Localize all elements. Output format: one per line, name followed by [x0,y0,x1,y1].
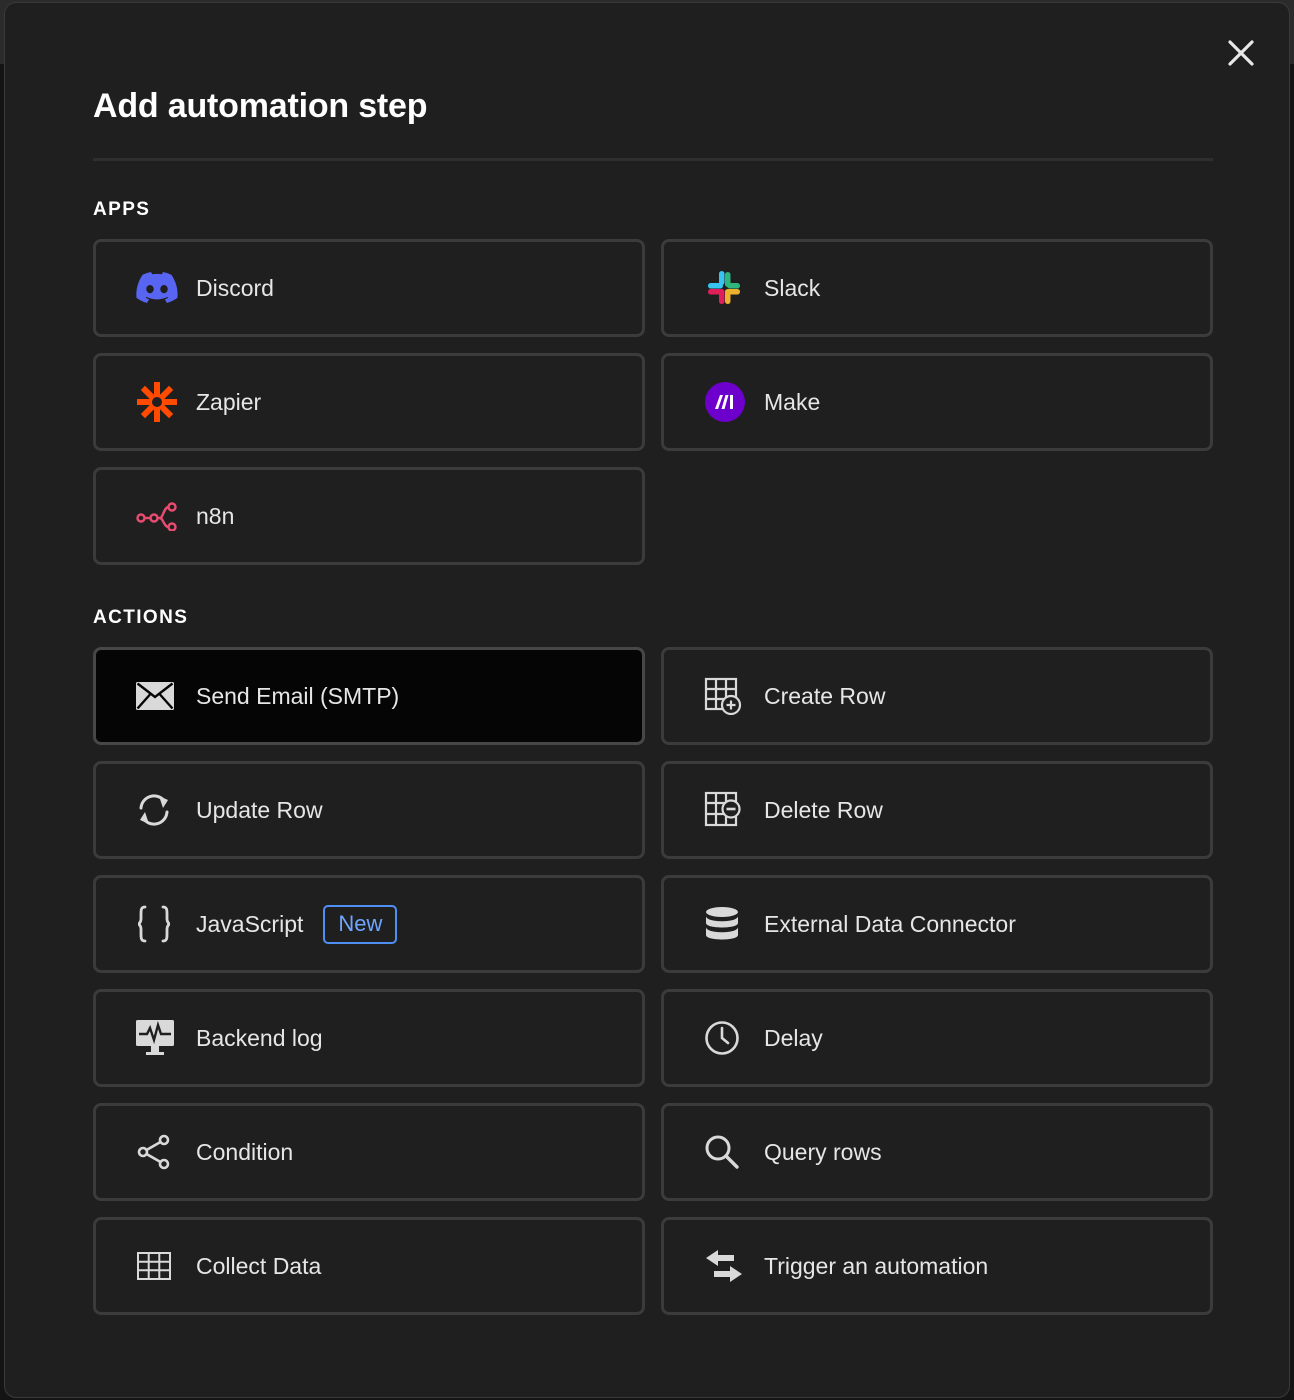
new-badge: New [323,904,398,944]
close-button[interactable] [1223,35,1259,71]
action-card-label: Send Email (SMTP) [196,682,400,709]
slack-icon [704,266,748,310]
app-card-discord[interactable]: Discord [93,239,645,337]
action-card-label: Query rows [764,1138,882,1165]
app-card-label: Slack [764,274,821,301]
action-card-update-row[interactable]: Update Row [93,761,645,859]
app-card-n8n[interactable]: n8n [93,467,645,565]
make-icon [704,380,748,424]
table-remove-icon [704,788,748,832]
action-card-label: Trigger an automation [764,1252,989,1279]
action-card-condition[interactable]: Condition [93,1103,645,1201]
action-card-label: Update Row [196,796,323,823]
action-card-collect-data[interactable]: Collect Data [93,1217,645,1315]
action-card-label: JavaScript [196,910,304,937]
database-icon [704,902,748,946]
action-card-label: Condition [196,1138,294,1165]
action-card-label: Backend log [196,1024,323,1051]
action-card-label: Delay [764,1024,823,1051]
app-card-make[interactable]: Make [661,353,1213,451]
app-card-slack[interactable]: Slack [661,239,1213,337]
discord-icon [136,266,180,310]
n8n-icon [136,494,180,538]
action-card-label: Delete Row [764,796,883,823]
action-card-label: External Data Connector [764,910,1016,937]
action-card-trigger-automation[interactable]: Trigger an automation [661,1217,1213,1315]
action-card-backend-log[interactable]: Backend log [93,989,645,1087]
action-card-javascript[interactable]: JavaScript New [93,875,645,973]
add-automation-step-dialog: Add automation step APPS Discord Slack Z… [4,2,1290,1398]
search-icon [704,1130,748,1174]
app-card-label: Discord [196,274,274,301]
action-card-delay[interactable]: Delay [661,989,1213,1087]
action-card-send-email[interactable]: Send Email (SMTP) [93,647,645,745]
title-divider [93,158,1213,161]
app-card-label: Make [764,388,821,415]
table-add-icon [704,674,748,718]
action-card-label: Collect Data [196,1252,322,1279]
actions-section-label: ACTIONS [93,607,189,628]
swap-arrows-icon [704,1244,748,1288]
app-card-zapier[interactable]: Zapier [93,353,645,451]
app-card-label: n8n [196,502,235,529]
braces-icon [136,902,180,946]
action-card-create-row[interactable]: Create Row [661,647,1213,745]
action-card-delete-row[interactable]: Delete Row [661,761,1213,859]
action-card-external-data-connector[interactable]: External Data Connector [661,875,1213,973]
zapier-icon [136,380,180,424]
envelope-icon [136,674,180,718]
apps-section-label: APPS [93,199,151,220]
app-card-label: Zapier [196,388,262,415]
grid-icon [136,1244,180,1288]
branch-icon [136,1130,180,1174]
dialog-title: Add automation step [93,87,428,125]
close-icon [1228,40,1254,66]
action-card-query-rows[interactable]: Query rows [661,1103,1213,1201]
clock-icon [704,1016,748,1060]
action-card-label: Create Row [764,682,886,709]
refresh-icon [136,788,180,832]
monitor-pulse-icon [136,1016,180,1060]
